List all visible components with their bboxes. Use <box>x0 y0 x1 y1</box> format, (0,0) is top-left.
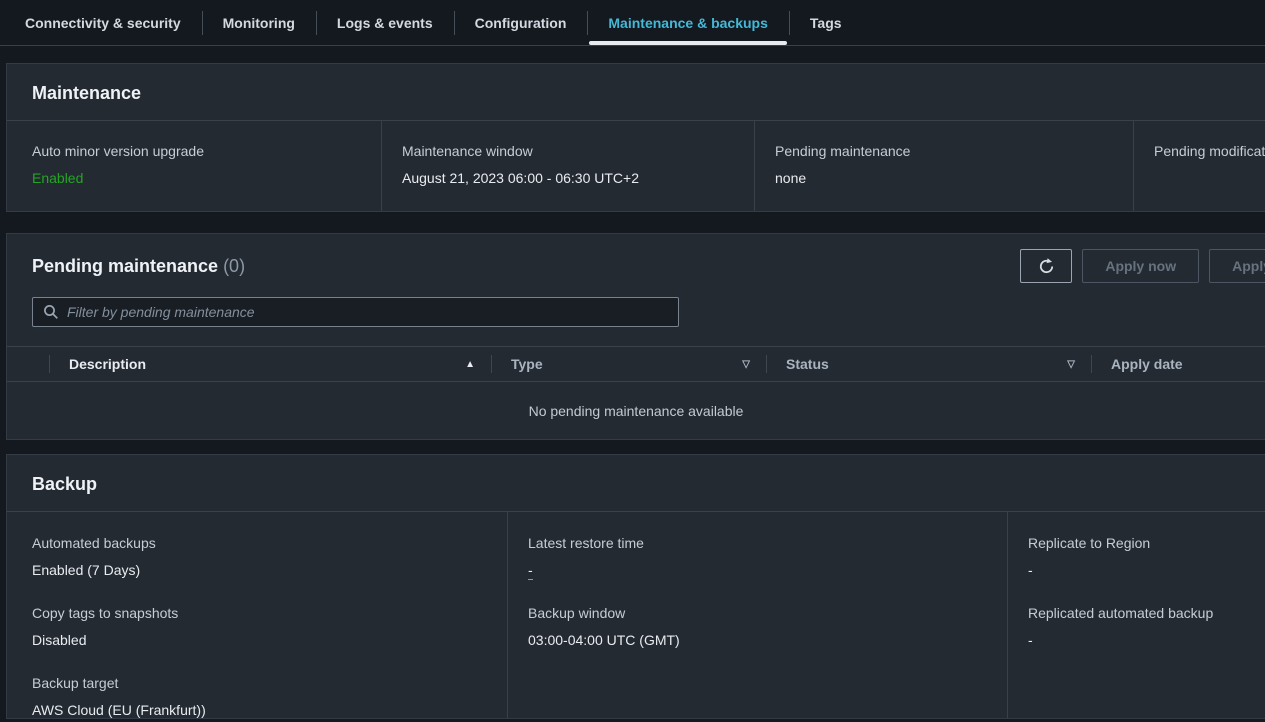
refresh-button[interactable] <box>1020 249 1072 283</box>
tab-logs-events[interactable]: Logs & events <box>316 0 454 45</box>
pending-maintenance-title: Pending maintenance (0) <box>32 256 245 277</box>
maintenance-card: Maintenance Auto minor version upgrade E… <box>6 63 1265 212</box>
copy-tags-to-snapshots-label: Copy tags to snapshots <box>32 605 489 622</box>
column-header-description-label: Description <box>69 356 146 372</box>
backup-window-field: Backup window 03:00-04:00 UTC (GMT) <box>528 605 989 649</box>
backup-card: Backup Automated backups Enabled (7 Days… <box>6 454 1265 719</box>
pending-modifications-field: Pending modifications <box>1133 121 1265 211</box>
tab-tags[interactable]: Tags <box>789 0 863 45</box>
automated-backups-label: Automated backups <box>32 535 489 552</box>
pending-modifications-label: Pending modifications <box>1154 143 1265 160</box>
filter-row <box>7 284 1265 327</box>
pending-maintenance-actions: Apply now Apply <box>1020 249 1265 283</box>
copy-tags-to-snapshots-field: Copy tags to snapshots Disabled <box>32 605 489 649</box>
maintenance-title: Maintenance <box>32 83 141 103</box>
auto-minor-version-upgrade-value: Enabled <box>32 170 363 187</box>
latest-restore-time-label: Latest restore time <box>528 535 989 552</box>
maintenance-window-field: Maintenance window August 21, 2023 06:00… <box>381 121 754 211</box>
tab-connectivity-security[interactable]: Connectivity & security <box>4 0 202 45</box>
pending-maintenance-filter-input[interactable] <box>67 298 678 326</box>
column-header-type[interactable]: Type ▽ <box>491 347 766 381</box>
auto-minor-version-upgrade-label: Auto minor version upgrade <box>32 143 363 160</box>
pending-maintenance-title-text: Pending maintenance <box>32 256 218 276</box>
tab-monitoring[interactable]: Monitoring <box>202 0 316 45</box>
backup-window-value: 03:00-04:00 UTC (GMT) <box>528 632 989 649</box>
pending-maintenance-header: Pending maintenance (0) Apply now Apply <box>7 234 1265 284</box>
detail-tabs: Connectivity & security Monitoring Logs … <box>0 0 1265 46</box>
auto-minor-version-upgrade-field: Auto minor version upgrade Enabled <box>7 121 381 211</box>
replicated-automated-backup-label: Replicated automated backup <box>1028 605 1265 622</box>
backup-column-2: Latest restore time - Backup window 03:0… <box>507 512 1007 719</box>
pending-maintenance-count: (0) <box>223 256 245 276</box>
maintenance-window-value: August 21, 2023 06:00 - 06:30 UTC+2 <box>402 170 736 187</box>
backup-title: Backup <box>32 474 97 494</box>
column-header-description[interactable]: Description ▲ <box>49 347 491 381</box>
apply-now-button[interactable]: Apply now <box>1082 249 1199 283</box>
backup-target-field: Backup target AWS Cloud (EU (Frankfurt)) <box>32 675 489 719</box>
sort-ascending-icon[interactable]: ▲ <box>465 359 475 370</box>
maintenance-card-header: Maintenance <box>7 64 1265 121</box>
backup-target-value: AWS Cloud (EU (Frankfurt)) <box>32 702 489 719</box>
maintenance-and-backups-page: Connectivity & security Monitoring Logs … <box>0 0 1265 722</box>
refresh-icon <box>1037 257 1056 276</box>
backup-fields: Automated backups Enabled (7 Days) Copy … <box>7 512 1265 719</box>
pending-maintenance-label: Pending maintenance <box>775 143 1115 160</box>
sort-inactive-icon[interactable]: ▽ <box>742 359 750 370</box>
backup-column-1: Automated backups Enabled (7 Days) Copy … <box>7 512 507 719</box>
sort-inactive-icon[interactable]: ▽ <box>1067 359 1075 370</box>
copy-tags-to-snapshots-value: Disabled <box>32 632 489 649</box>
pending-maintenance-value: none <box>775 170 1115 187</box>
pending-maintenance-table: Description ▲ Type ▽ Status ▽ Apply date… <box>7 346 1265 439</box>
backup-card-header: Backup <box>7 455 1265 512</box>
backup-window-label: Backup window <box>528 605 989 622</box>
replicate-to-region-label: Replicate to Region <box>1028 535 1265 552</box>
tab-maintenance-backups[interactable]: Maintenance & backups <box>587 0 789 45</box>
tab-configuration[interactable]: Configuration <box>454 0 588 45</box>
latest-restore-time-tooltip-value[interactable]: - <box>528 562 533 580</box>
column-header-apply-date[interactable]: Apply date <box>1091 347 1265 381</box>
replicate-to-region-value: - <box>1028 562 1265 579</box>
automated-backups-field: Automated backups Enabled (7 Days) <box>32 535 489 579</box>
pending-maintenance-field: Pending maintenance none <box>754 121 1133 211</box>
automated-backups-value: Enabled (7 Days) <box>32 562 489 579</box>
replicated-automated-backup-value: - <box>1028 632 1265 649</box>
column-header-apply-date-label: Apply date <box>1111 356 1183 372</box>
replicate-to-region-field: Replicate to Region - <box>1028 535 1265 579</box>
selection-column-header <box>7 347 49 381</box>
replicated-automated-backup-field: Replicated automated backup - <box>1028 605 1265 649</box>
apply-cutoff-button[interactable]: Apply <box>1209 249 1265 283</box>
maintenance-fields: Auto minor version upgrade Enabled Maint… <box>7 121 1265 211</box>
table-empty-state: No pending maintenance available <box>7 382 1265 439</box>
latest-restore-time-value: - <box>528 562 989 579</box>
column-header-status-label: Status <box>786 356 829 372</box>
pending-maintenance-table-header: Description ▲ Type ▽ Status ▽ Apply date <box>7 346 1265 382</box>
backup-target-label: Backup target <box>32 675 489 692</box>
search-icon <box>43 304 59 320</box>
pending-maintenance-card: Pending maintenance (0) Apply now Apply <box>6 233 1265 440</box>
column-header-type-label: Type <box>511 356 543 372</box>
backup-column-3: Replicate to Region - Replicated automat… <box>1007 512 1265 719</box>
column-header-status[interactable]: Status ▽ <box>766 347 1091 381</box>
maintenance-window-label: Maintenance window <box>402 143 736 160</box>
latest-restore-time-field: Latest restore time - <box>528 535 989 579</box>
filter-box <box>32 297 679 327</box>
